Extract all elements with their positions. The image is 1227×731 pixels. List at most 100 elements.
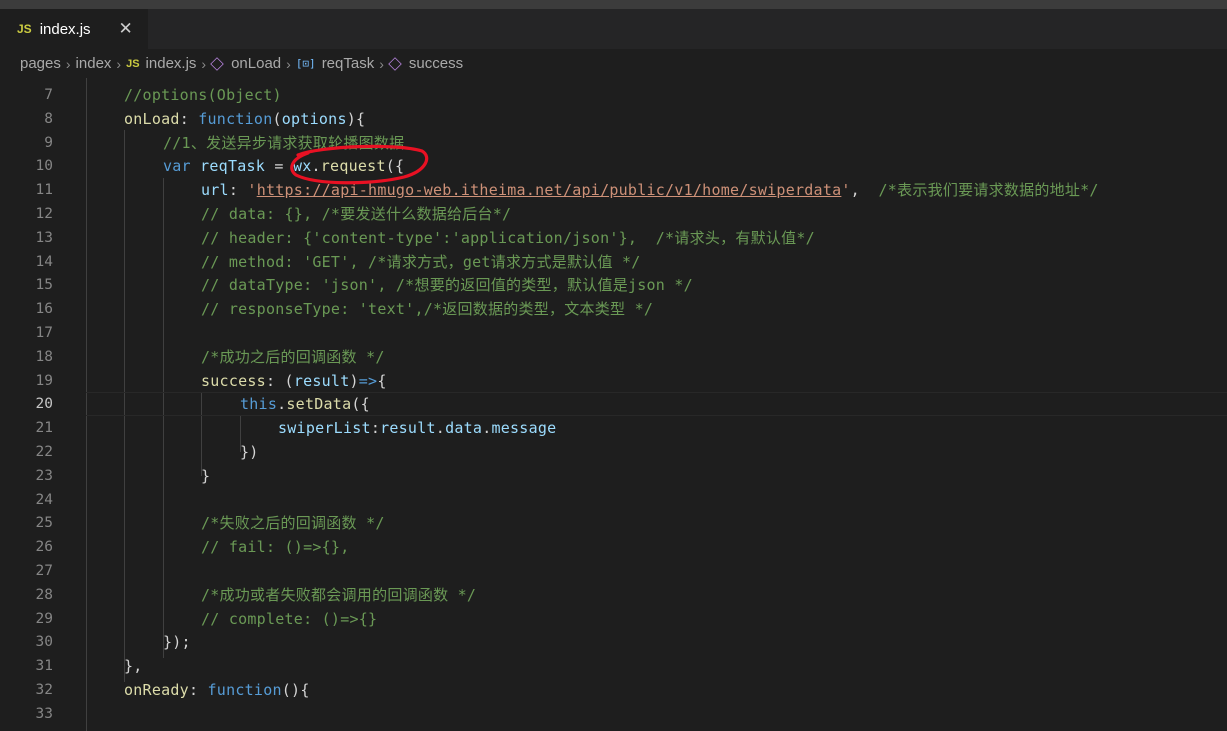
code-line[interactable]: 29 // complete: ()=>{} <box>0 607 1227 631</box>
code-text: //1、发送异步请求获取轮播图数据 <box>163 133 405 152</box>
code-line[interactable]: 28 /*成功或者失败都会调用的回调函数 */ <box>0 583 1227 607</box>
breadcrumb-file[interactable]: index.js <box>146 55 197 72</box>
code-line[interactable]: 21 swiperList:result.data.message <box>0 416 1227 440</box>
code-text: url: 'https://api-hmugo-web.itheima.net/… <box>201 181 1099 200</box>
code-line[interactable]: 13 // header: {'content-type':'applicatio… <box>0 226 1227 250</box>
code-text: /*失败之后的回调函数 */ <box>201 514 385 533</box>
code-text: }, <box>124 657 143 676</box>
tab-index-js[interactable]: JS index.js ✕ <box>0 9 148 49</box>
code-line[interactable]: 10 var reqTask = wx.request({ <box>0 154 1227 178</box>
line-number: 7 <box>44 87 53 103</box>
line-number: 28 <box>35 586 53 603</box>
code-text: // header: {'content-type':'application/… <box>201 228 815 247</box>
code-text: // fail: ()=>{}, <box>201 538 350 557</box>
code-line[interactable]: 22}) <box>0 440 1227 464</box>
code-text: onReady: function(){ <box>124 681 310 699</box>
js-file-icon: JS <box>17 22 32 36</box>
title-bar-strip <box>0 0 1227 9</box>
code-line[interactable]: 23} <box>0 464 1227 488</box>
close-icon[interactable]: ✕ <box>119 19 133 39</box>
breadcrumb-reqtask[interactable]: reqTask <box>322 55 375 72</box>
line-number: 33 <box>35 705 53 722</box>
line-number: 24 <box>35 491 53 508</box>
code-line[interactable]: 19 success: (result)=>{ <box>0 369 1227 393</box>
breadcrumb-index[interactable]: index <box>76 55 112 72</box>
code-line[interactable]: 7 //options(Object) <box>0 83 1227 107</box>
code-line[interactable]: 11 url: 'https://api-hmugo-web.itheima.ne… <box>0 178 1227 202</box>
line-number: 11 <box>35 182 53 199</box>
line-number: 21 <box>35 420 53 437</box>
code-text: onLoad: function(options){ <box>124 109 366 128</box>
code-text: // complete: ()=>{} <box>201 609 378 628</box>
code-line[interactable]: 30}); <box>0 630 1227 654</box>
code-line[interactable]: 8 onLoad: function(options){ <box>0 107 1227 131</box>
method-cube-icon <box>388 56 402 71</box>
line-number: 29 <box>35 610 53 627</box>
code-text: swiperList:result.data.message <box>278 419 557 438</box>
code-line[interactable]: 31}, <box>0 654 1227 678</box>
code-line[interactable]: 32 onReady: function(){ <box>0 678 1227 702</box>
code-line[interactable]: 26 // fail: ()=>{}, <box>0 535 1227 559</box>
line-number: 32 <box>35 682 53 698</box>
code-line[interactable]: 16 // responseType: 'text',/*返回数据的类型，文本类型… <box>0 297 1227 321</box>
line-number: 30 <box>35 634 53 651</box>
code-text: var reqTask = wx.request({ <box>163 157 405 176</box>
chevron-right-icon: › <box>286 55 291 72</box>
variable-icon: [⊡] <box>295 57 316 70</box>
line-number: 15 <box>35 277 53 294</box>
line-number: 9 <box>44 134 53 151</box>
code-line[interactable]: 9 //1、发送异步请求获取轮播图数据 <box>0 131 1227 155</box>
code-line[interactable]: 17 <box>0 321 1227 345</box>
line-number: 23 <box>35 467 53 484</box>
method-cube-icon <box>210 56 224 71</box>
chevron-right-icon: › <box>201 55 207 72</box>
code-line[interactable]: 15 // dataType: 'json', /*想要的返回值的类型，默认值是j… <box>0 273 1227 297</box>
tab-label: index.js <box>39 20 91 38</box>
code-line[interactable]: 24 <box>0 488 1227 512</box>
breadcrumb-pages[interactable]: pages <box>20 55 61 72</box>
code-text: /*成功或者失败都会调用的回调函数 */ <box>201 585 477 604</box>
line-number: 10 <box>35 158 53 175</box>
line-number: 17 <box>35 325 53 341</box>
code-line[interactable]: 14 // method: 'GET', /*请求方式，get请求方式是默认值 *… <box>0 250 1227 274</box>
code-line[interactable]: 33 <box>0 702 1227 726</box>
code-text: // data: {}, /*要发送什么数据给后台*/ <box>201 205 512 223</box>
line-number: 13 <box>35 229 53 246</box>
line-number: 14 <box>35 253 53 270</box>
line-number: 20 <box>35 396 53 413</box>
code-line[interactable]: 27 <box>0 559 1227 583</box>
chevron-right-icon: › <box>116 55 122 72</box>
breadcrumb: pages › index › JS index.js › onLoad › [… <box>0 49 1227 78</box>
code-editor[interactable]: 7 //options(Object) 8 onLoad: function(opti… <box>0 78 1227 731</box>
line-number: 27 <box>35 563 53 579</box>
code-line[interactable]: 25 /*失败之后的回调函数 */ <box>0 511 1227 535</box>
line-number: 31 <box>35 658 53 675</box>
line-number: 8 <box>44 110 53 127</box>
breadcrumb-onload[interactable]: onLoad <box>231 55 281 72</box>
line-number: 18 <box>35 348 53 365</box>
code-text: // method: 'GET', /*请求方式，get请求方式是默认值 */ <box>201 252 641 271</box>
code-text: this.setData({ <box>240 395 370 414</box>
tab-bar: JS index.js ✕ <box>0 9 1227 49</box>
code-text: // responseType: 'text',/*返回数据的类型，文本类型 *… <box>201 300 654 319</box>
code-text: }); <box>163 633 191 652</box>
line-number: 25 <box>35 515 53 532</box>
code-line[interactable]: 12 // data: {}, /*要发送什么数据给后台*/ <box>0 202 1227 226</box>
line-number: 16 <box>35 301 53 318</box>
line-number: 19 <box>35 372 53 389</box>
line-number: 26 <box>35 539 53 556</box>
line-number: 22 <box>35 444 53 460</box>
code-text: // dataType: 'json', /*想要的返回值的类型，默认值是jso… <box>201 276 693 295</box>
breadcrumb-success[interactable]: success <box>409 55 463 72</box>
code-text: success: (result)=>{ <box>201 371 387 390</box>
code-text: //options(Object) <box>124 86 282 104</box>
chevron-right-icon: › <box>65 55 71 72</box>
code-text: }) <box>240 443 259 461</box>
code-text: } <box>201 466 211 485</box>
js-file-icon: JS <box>126 57 140 70</box>
chevron-right-icon: › <box>379 55 384 72</box>
code-line[interactable]: 18 /*成功之后的回调函数 */ <box>0 345 1227 369</box>
line-number: 12 <box>35 206 53 222</box>
code-line[interactable]: 20 this.setData({ <box>0 392 1227 417</box>
code-text: /*成功之后的回调函数 */ <box>201 347 385 366</box>
